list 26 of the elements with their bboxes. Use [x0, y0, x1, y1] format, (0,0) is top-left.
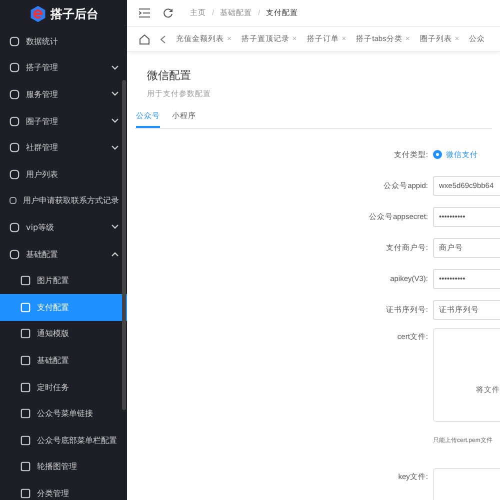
sidebar-subitem[interactable]: 图片配置 [0, 267, 127, 294]
sidebar-item[interactable]: 数据统计 [0, 28, 127, 55]
refresh-icon[interactable] [163, 8, 173, 18]
sidebar-subitem[interactable]: 基础配置 [0, 347, 127, 374]
menu-icon[interactable] [139, 8, 150, 18]
sidebar-subitem[interactable]: 轮播图管理 [0, 454, 127, 480]
sidebar-item[interactable]: 用户申请获取联系方式记录 [0, 188, 127, 214]
sidebar-item[interactable]: 搭子管理 [0, 54, 127, 82]
logo-text: 搭子后台 [50, 6, 98, 22]
sidebar-subitem[interactable]: 通知模版 [0, 320, 127, 348]
sidebar-subitem[interactable]: 分类管理 [0, 480, 127, 500]
sidebar-item[interactable]: 服务管理 [0, 81, 127, 108]
sidebar-item[interactable]: 社群管理 [0, 134, 127, 161]
sidebar-item[interactable]: 基础配置 [0, 240, 127, 268]
page-title: 微信配置 [147, 69, 192, 83]
sidebar-subitem[interactable]: 定时任务 [0, 374, 127, 400]
sidebar-item[interactable]: vip等级 [0, 214, 127, 241]
sidebar-item[interactable]: 用户列表 [0, 160, 127, 188]
sidebar-subitem[interactable]: 公众号底部菜单栏配置 [0, 426, 127, 454]
logo-icon [28, 5, 46, 23]
sidebar-subitem[interactable]: 公众号菜单链接 [0, 400, 127, 427]
radio-button[interactable] [433, 150, 442, 159]
sidebar-item[interactable]: 圈子管理 [0, 108, 127, 134]
scrollbar[interactable] [122, 80, 126, 410]
chevron-left-icon[interactable] [160, 34, 166, 44]
home-icon[interactable] [139, 34, 150, 44]
